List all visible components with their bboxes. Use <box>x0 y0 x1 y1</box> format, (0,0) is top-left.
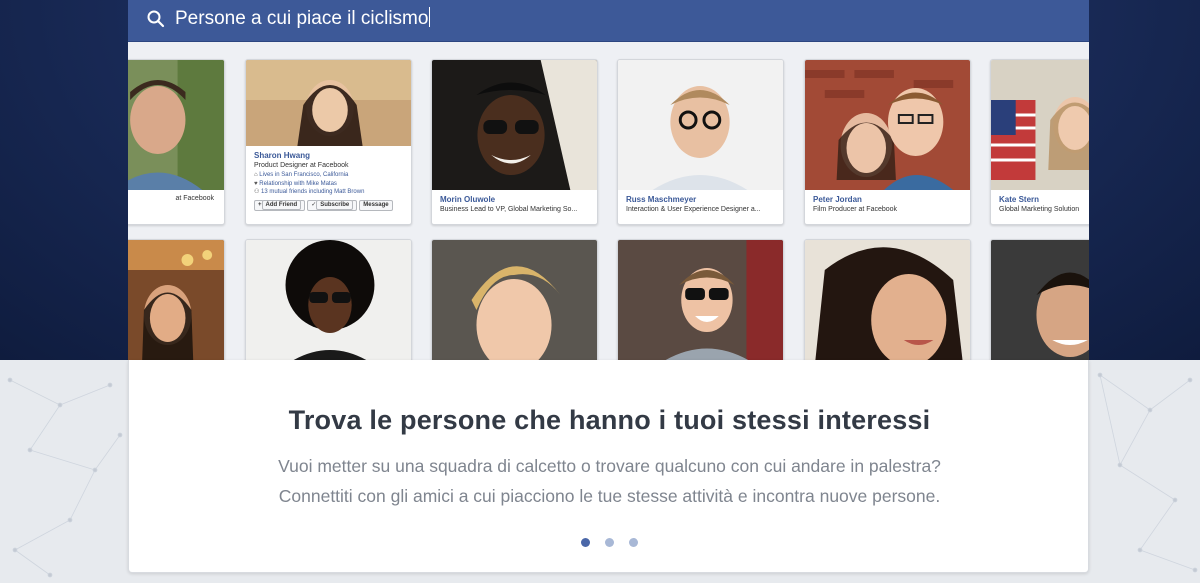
person-card[interactable]: Peter Jordan Film Producer at Facebook <box>804 59 971 225</box>
search-query: Persone a cui piace il ciclismo <box>175 8 429 29</box>
card-actions: + Add Friend ✓ Subscribe Message <box>254 199 403 211</box>
panel-title: Trova le persone che hanno i tuoi stessi… <box>288 405 931 435</box>
person-photo <box>991 60 1089 190</box>
person-job: Global Marketing Solution <box>999 206 1080 213</box>
person-mutual-friends: ⚇ 13 mutual friends including Matt Brown <box>254 189 365 195</box>
subscribe-button[interactable]: ✓ Subscribe <box>307 199 358 211</box>
person-photo <box>246 60 411 146</box>
person-photo <box>246 240 411 360</box>
feature-panel: Trova le persone che hanno i tuoi stessi… <box>128 360 1089 573</box>
person-photo <box>618 240 783 360</box>
carousel-pagination <box>129 538 1090 547</box>
carousel-dot-3[interactable] <box>629 538 638 547</box>
person-card[interactable]: at Facebook <box>128 59 225 225</box>
person-card[interactable] <box>431 239 598 360</box>
person-name[interactable]: Kate Stern <box>999 194 1089 205</box>
person-photo <box>805 240 970 360</box>
person-name[interactable]: Peter Jordan <box>813 194 962 205</box>
person-name[interactable]: Morin Oluwole <box>440 194 589 205</box>
person-card[interactable] <box>617 239 784 360</box>
person-photo <box>128 240 224 360</box>
people-grid: at Facebook Sharon Hwang Product Designe… <box>128 42 1089 360</box>
person-card[interactable] <box>245 239 412 360</box>
mutual-friends-text[interactable]: 13 mutual friends including Matt Brown <box>261 189 364 195</box>
person-photo <box>618 60 783 190</box>
person-photo <box>432 60 597 190</box>
person-card[interactable]: Russ Maschmeyer Interaction & User Exper… <box>617 59 784 225</box>
add-friend-label: Add Friend <box>261 199 302 210</box>
person-card[interactable] <box>128 239 225 360</box>
person-job: Interaction & User Experience Designer a… <box>626 206 761 213</box>
person-relationship: ♥ Relationship with Mike Matas <box>254 180 337 187</box>
carousel-dot-2[interactable] <box>605 538 614 547</box>
panel-description-line-1: Vuoi metter su una squadra di calcetto o… <box>278 456 941 476</box>
person-photo <box>432 240 597 360</box>
carousel-dot-1[interactable] <box>581 538 590 547</box>
person-card[interactable] <box>990 239 1089 360</box>
person-card[interactable] <box>804 239 971 360</box>
person-name[interactable]: Sharon Hwang <box>254 150 403 161</box>
relationship-text[interactable]: Relationship with Mike Matas <box>259 181 337 187</box>
person-card-expanded[interactable]: Sharon Hwang Product Designer at Faceboo… <box>245 59 412 225</box>
person-photo <box>128 60 224 190</box>
person-name[interactable]: Russ Maschmeyer <box>626 194 775 205</box>
person-card[interactable]: Kate Stern Global Marketing Solution <box>990 59 1089 225</box>
panel-description-line-2: Connettiti con gli amici a cui piacciono… <box>278 486 941 506</box>
text-cursor <box>429 7 431 27</box>
search-icon[interactable] <box>146 9 166 29</box>
person-job: Product Designer at Facebook <box>254 162 349 169</box>
subscribe-label: Subscribe <box>316 199 354 210</box>
person-photo <box>991 240 1089 360</box>
person-photo <box>805 60 970 190</box>
person-job: Business Lead to VP, Global Marketing So… <box>440 206 578 213</box>
location-text[interactable]: Lives in San Francisco, California <box>259 172 348 178</box>
person-location: ⌂ Lives in San Francisco, California <box>254 172 349 178</box>
person-job: Film Producer at Facebook <box>813 206 898 213</box>
add-friend-button[interactable]: + Add Friend <box>254 199 306 211</box>
person-job: at Facebook <box>175 195 214 202</box>
search-input[interactable]: Persone a cui piace il ciclismo <box>175 7 431 31</box>
message-button[interactable]: Message <box>359 199 393 211</box>
person-card[interactable]: Morin Oluwole Business Lead to VP, Globa… <box>431 59 598 225</box>
